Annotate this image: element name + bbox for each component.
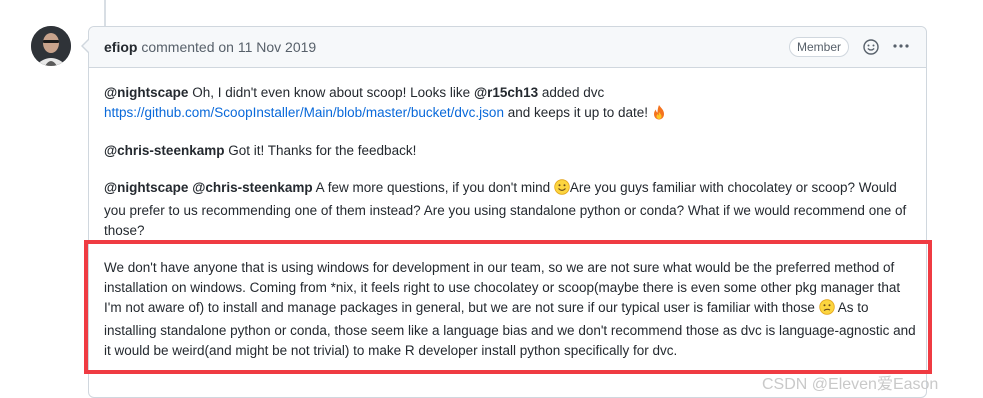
comment-timestamp[interactable]: commented on 11 Nov 2019 [137,39,316,55]
member-badge: Member [789,37,850,57]
highlight-box [84,240,932,374]
smile-icon [554,179,570,201]
paragraph-3: @nightscape @chris-steenkamp A few more … [104,178,919,241]
paragraph-1-text-2: added dvc [538,85,605,100]
paragraph-1-text-1: Oh, I didn't even know about scoop! Look… [188,85,474,100]
kebab-icon[interactable] [891,35,911,60]
timeline-line [104,0,106,26]
author-name[interactable]: efiop [104,39,137,55]
paragraph-3-text-1: A few more questions, if you don't mind [312,180,554,195]
paragraph-2-text: Got it! Thanks for the feedback! [224,143,417,158]
smiley-icon[interactable] [862,38,880,56]
paragraph-1: @nightscape Oh, I didn't even know about… [104,83,919,126]
mention-chris-steenkamp[interactable]: @chris-steenkamp [104,143,224,158]
avatar-image [31,26,71,66]
mention-chris-steenkamp[interactable]: @chris-steenkamp [192,180,312,195]
mention-r15ch13[interactable]: @r15ch13 [474,85,538,100]
scoop-bucket-link[interactable]: https://github.com/ScoopInstaller/Main/b… [104,105,504,120]
comment-meta: efiop commented on 11 Nov 2019 [104,39,316,55]
mention-nightscape[interactable]: @nightscape [104,85,188,100]
mention-nightscape[interactable]: @nightscape [104,180,188,195]
fire-icon [652,104,666,126]
comment-header: efiop commented on 11 Nov 2019 Member [89,27,926,68]
csdn-watermark: CSDN @Eleven爱Eason [762,376,939,393]
paragraph-2: @chris-steenkamp Got it! Thanks for the … [104,141,919,161]
author-avatar[interactable] [31,26,71,66]
paragraph-1-text-3: and keeps it up to date! [503,105,652,120]
